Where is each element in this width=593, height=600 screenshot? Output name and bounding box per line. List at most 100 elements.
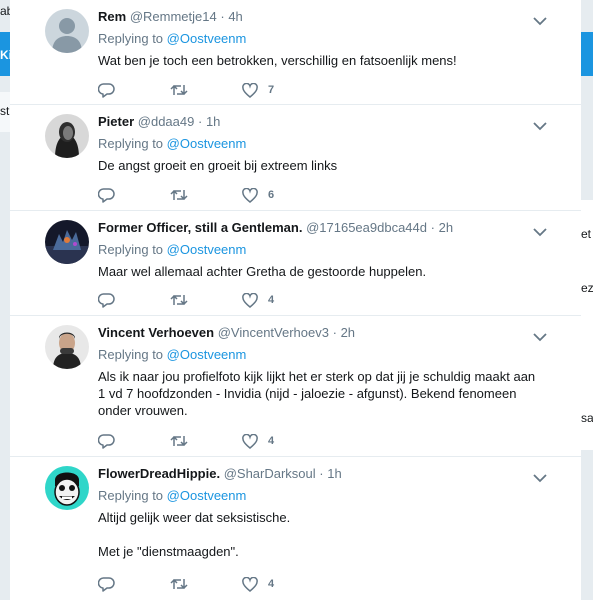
username[interactable]: @ddaa49 [138,114,195,129]
like-button[interactable]: 6 [242,185,274,205]
display-name[interactable]: Rem [98,9,126,24]
retweet-button[interactable] [170,290,188,310]
tweet-text: Wat ben je toch een betrokken, verschill… [98,52,558,69]
retweet-button[interactable] [170,185,188,205]
reply-to-link[interactable]: @Oostveenm [167,242,247,257]
display-name[interactable]: Former Officer, still a Gentleman. [98,220,302,235]
timestamp[interactable]: 4h [228,9,242,24]
username[interactable]: @17165ea9dbca44d [306,220,427,235]
tweet-text: Maar wel allemaal achter Gretha de gesto… [98,263,558,280]
chevron-down-icon[interactable] [533,118,547,131]
replying-to: Replying to @Oostveenm [98,241,548,259]
username[interactable]: @VincentVerhoev3 [218,325,329,340]
retweet-icon [170,187,188,203]
reply-to-link[interactable]: @Oostveenm [167,136,247,151]
chevron-down-icon[interactable] [533,224,547,237]
avatar[interactable] [45,9,89,53]
retweet-button[interactable] [170,574,188,594]
heart-icon [242,187,258,203]
reply-to-link[interactable]: @Oostveenm [167,31,247,46]
tweet-line: Met je "dienstmaagden". [98,544,239,559]
background-text: sa [581,411,593,425]
like-count: 4 [268,578,275,590]
reply-icon [98,433,115,449]
heart-icon [242,433,258,449]
heart-icon [242,292,258,308]
timestamp[interactable]: 2h [341,325,355,340]
background-text: st [0,104,10,118]
reply-to-link[interactable]: @Oostveenm [167,488,247,503]
tweet[interactable]: Vincent Verhoeven @VincentVerhoev3 · 2h … [10,316,581,457]
display-name[interactable]: Pieter [98,114,134,129]
separator-dot: · [430,220,435,235]
tweet[interactable]: FlowerDreadHippie. @SharDarksoul · 1h Re… [10,457,581,600]
tweet-text: Als ik naar jou profielfoto kijk lijkt h… [98,368,558,419]
reply-icon [98,576,115,592]
username[interactable]: @SharDarksoul [224,466,316,481]
like-button[interactable]: 7 [242,80,274,100]
replying-to-label: Replying to [98,31,164,46]
replying-to: Replying to @Oostveenm [98,135,548,153]
display-name[interactable]: FlowerDreadHippie. [98,466,220,481]
reply-icon [98,187,115,203]
retweet-icon [170,576,188,592]
like-button[interactable]: 4 [242,290,274,310]
tweet[interactable]: Former Officer, still a Gentleman. @1716… [10,211,581,316]
reply-thread-modal: Rem @Remmetje14 · 4h Replying to @Oostve… [10,0,581,600]
replying-to-label: Replying to [98,242,164,257]
replying-to: Replying to @Oostveenm [98,346,548,364]
reply-button[interactable] [98,431,115,451]
tweet-text: De angst groeit en groeit bij extreem li… [98,157,558,174]
like-button[interactable]: 4 [242,574,274,594]
reply-button[interactable] [98,574,115,594]
like-count: 6 [268,189,275,201]
reply-icon [98,82,115,98]
reply-button[interactable] [98,290,115,310]
timestamp[interactable]: 2h [439,220,453,235]
tweet-actions: 4 [98,431,398,451]
heart-icon [242,576,258,592]
separator-dot: · [197,114,203,129]
retweet-button[interactable] [170,80,188,100]
avatar[interactable] [45,114,89,158]
chevron-down-icon[interactable] [533,329,547,342]
heart-icon [242,82,258,98]
replying-to-label: Replying to [98,488,164,503]
replying-to-label: Replying to [98,347,164,362]
retweet-button[interactable] [170,431,188,451]
tweet-actions: 6 [98,185,398,205]
background-page-left: ab Ki st [0,0,13,600]
timestamp[interactable]: 1h [206,114,220,129]
chevron-down-icon[interactable] [533,470,547,483]
reply-to-link[interactable]: @Oostveenm [167,347,247,362]
replying-to: Replying to @Oostveenm [98,30,548,48]
reply-icon [98,292,115,308]
avatar[interactable] [45,325,89,369]
tweet[interactable]: Rem @Remmetje14 · 4h Replying to @Oostve… [10,0,581,105]
background-text: et [581,227,592,241]
replying-to-label: Replying to [98,136,164,151]
chevron-down-icon[interactable] [533,13,547,26]
reply-button[interactable] [98,185,115,205]
timestamp[interactable]: 1h [327,466,341,481]
username[interactable]: @Remmetje14 [130,9,217,24]
retweet-icon [170,292,188,308]
like-count: 4 [268,294,275,306]
retweet-icon [170,433,188,449]
tweet-line: 1 vd 7 hoofdzonden - Invidia (nijd - jal… [98,386,517,401]
display-name[interactable]: Vincent Verhoeven [98,325,214,340]
tweet-actions: 4 [98,290,398,310]
separator-dot: · [220,9,225,24]
tweet-line: onder vrouwen. [98,403,188,418]
reply-button[interactable] [98,80,115,100]
like-count: 4 [268,435,275,447]
tweet-actions: 4 [98,574,398,594]
avatar[interactable] [45,466,89,510]
retweet-icon [170,82,188,98]
like-count: 7 [268,84,275,96]
avatar[interactable] [45,220,89,264]
tweet-text: Altijd gelijk weer dat seksistische. Met… [98,509,558,560]
like-button[interactable]: 4 [242,431,274,451]
tweet[interactable]: Pieter @ddaa49 · 1h Replying to @Oostvee… [10,105,581,211]
